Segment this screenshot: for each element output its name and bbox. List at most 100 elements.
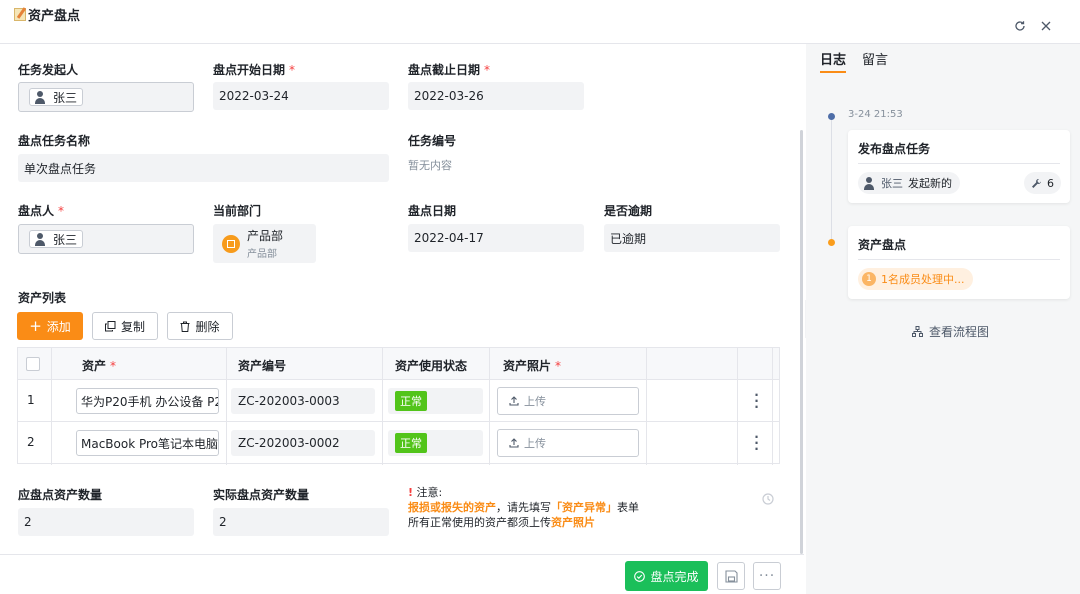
task-name-field[interactable]: 单次盘点任务	[18, 154, 389, 182]
copy-asset-button[interactable]: 复制	[92, 312, 158, 340]
column-status: 资产使用状态	[395, 359, 468, 373]
check-circle-icon	[634, 570, 646, 582]
notice-highlight: 资产照片	[551, 516, 595, 529]
wrench-icon	[1032, 178, 1041, 188]
more-horizontal-icon[interactable]: ···	[753, 562, 781, 590]
table-row: 1 华为P20手机 办公设备 P20 ZC-202003-0003 正常 上传 …	[18, 380, 779, 422]
column-asset: 资产 *	[82, 359, 117, 373]
start-date-field[interactable]: 2022-03-24	[213, 82, 389, 110]
row-index: 1	[27, 393, 35, 407]
window-title: 资产盘点	[14, 5, 80, 24]
notice-title: 注意:	[416, 486, 443, 499]
checker-label: 盘点人 *	[18, 204, 65, 218]
actual-count-field[interactable]: 2	[213, 508, 389, 536]
close-icon[interactable]	[1038, 18, 1054, 34]
task-count-badge[interactable]: 6	[1024, 172, 1061, 194]
upload-button[interactable]: 上传	[497, 429, 639, 457]
complete-button[interactable]: 盘点完成	[625, 561, 708, 591]
column-photo: 资产照片 *	[503, 359, 562, 373]
log-card-check: 资产盘点 1 1名成员处理中...	[848, 226, 1070, 299]
table-header: 资产 * 资产编号 资产使用状态 资产照片 *	[18, 348, 779, 380]
task-name-label: 盘点任务名称	[18, 134, 91, 148]
timeline-line	[831, 114, 832, 244]
memo-icon	[14, 8, 26, 21]
expected-count-label: 应盘点资产数量	[18, 488, 103, 502]
expected-count-field: 2	[18, 508, 194, 536]
log-card-publish: 发布盘点任务 张三 发起新的 6	[848, 130, 1070, 203]
view-flow-link[interactable]: 查看流程图	[912, 323, 989, 340]
user-chip: 张三	[29, 230, 84, 248]
log-card-title: 资产盘点	[858, 238, 907, 252]
column-divider	[646, 348, 647, 465]
task-no-label: 任务编号	[408, 134, 457, 148]
title-bar: 资产盘点	[0, 0, 1080, 44]
trash-icon	[180, 321, 190, 332]
upload-icon	[509, 396, 519, 406]
asset-no-field: ZC-202003-0003	[231, 388, 375, 414]
copy-icon	[104, 320, 116, 331]
check-date-label: 盘点日期	[408, 204, 457, 218]
asset-list-label: 资产列表	[18, 291, 67, 305]
user-name: 张三	[53, 90, 78, 105]
add-asset-button[interactable]: + 添加	[17, 312, 83, 340]
department-name: 产品部	[247, 229, 284, 243]
flowchart-icon	[912, 326, 923, 337]
refresh-icon[interactable]	[1012, 18, 1028, 34]
asset-input[interactable]: MacBook Pro笔记本电脑 办	[76, 430, 219, 456]
asset-table: 资产 * 资产编号 资产使用状态 资产照片 * 1 华为P20手机 办公设备 P20…	[17, 347, 780, 465]
more-vertical-icon[interactable]: · · ·	[753, 389, 759, 413]
window-title-text: 资产盘点	[28, 9, 81, 24]
notice: ! 注意: 报损或报失的资产，请先填写「资产异常」表单 所有正常使用的资产都须上…	[408, 486, 639, 529]
column-divider	[489, 348, 490, 465]
status-badge: 正常	[395, 391, 427, 411]
user-avatar-icon	[33, 90, 47, 104]
actual-count-label: 实际盘点资产数量	[213, 488, 310, 502]
table-row: 2 MacBook Pro笔记本电脑 办 ZC-202003-0002 正常 上…	[18, 422, 779, 464]
actor-chip: 张三 发起新的	[858, 172, 960, 194]
check-date-field[interactable]: 2022-04-17	[408, 224, 584, 252]
timeline-dot-active	[828, 239, 835, 246]
history-icon[interactable]	[762, 493, 774, 508]
more-vertical-icon[interactable]: · · ·	[753, 431, 759, 455]
user-name: 张三	[53, 232, 78, 247]
asset-input[interactable]: 华为P20手机 办公设备 P20	[76, 388, 219, 414]
divider	[858, 163, 1060, 164]
user-chip: 张三	[29, 88, 84, 106]
column-asset-no: 资产编号	[238, 359, 287, 373]
row-index: 2	[27, 435, 35, 449]
tab-log[interactable]: 日志	[820, 49, 847, 73]
user-avatar-icon	[33, 232, 47, 246]
initiator-field[interactable]: 张三	[18, 82, 194, 112]
tab-comments[interactable]: 留言	[862, 49, 888, 68]
timeline-dot	[828, 113, 835, 120]
column-divider	[772, 348, 773, 465]
status-badge: 正常	[395, 433, 427, 453]
column-divider	[382, 348, 383, 465]
status-field[interactable]: 正常	[388, 430, 483, 456]
upload-icon	[509, 438, 519, 448]
delete-asset-button[interactable]: 删除	[167, 312, 233, 340]
overdue-field: 已逾期	[604, 224, 780, 252]
log-card-title: 发布盘点任务	[858, 142, 931, 156]
divider	[858, 259, 1060, 260]
notice-highlight: 报损或报失的资产	[408, 501, 496, 514]
initiator-label: 任务发起人	[18, 63, 79, 77]
task-no-value: 暂无内容	[408, 159, 452, 172]
warning-icon: !	[408, 486, 414, 499]
department-icon	[222, 234, 240, 253]
activity-panel: 日志 留言 3-24 21:53 发布盘点任务 张三 发起新的 6 资产盘点 1…	[806, 44, 1080, 594]
asset-no-field: ZC-202003-0002	[231, 430, 375, 456]
plus-icon: +	[29, 317, 42, 335]
save-icon[interactable]	[717, 562, 745, 590]
scrollbar[interactable]	[800, 130, 803, 554]
end-date-field[interactable]: 2022-03-26	[408, 82, 584, 110]
start-date-label: 盘点开始日期 *	[213, 63, 296, 77]
pending-status[interactable]: 1 1名成员处理中...	[858, 268, 973, 290]
select-all-checkbox[interactable]	[26, 357, 40, 371]
upload-button[interactable]: 上传	[497, 387, 639, 415]
log-timestamp: 3-24 21:53	[848, 109, 903, 120]
abnormal-form-link[interactable]: 「资产异常」	[551, 501, 617, 514]
checker-field[interactable]: 张三	[18, 224, 194, 254]
status-field[interactable]: 正常	[388, 388, 483, 414]
pending-count-badge: 1	[862, 272, 876, 286]
